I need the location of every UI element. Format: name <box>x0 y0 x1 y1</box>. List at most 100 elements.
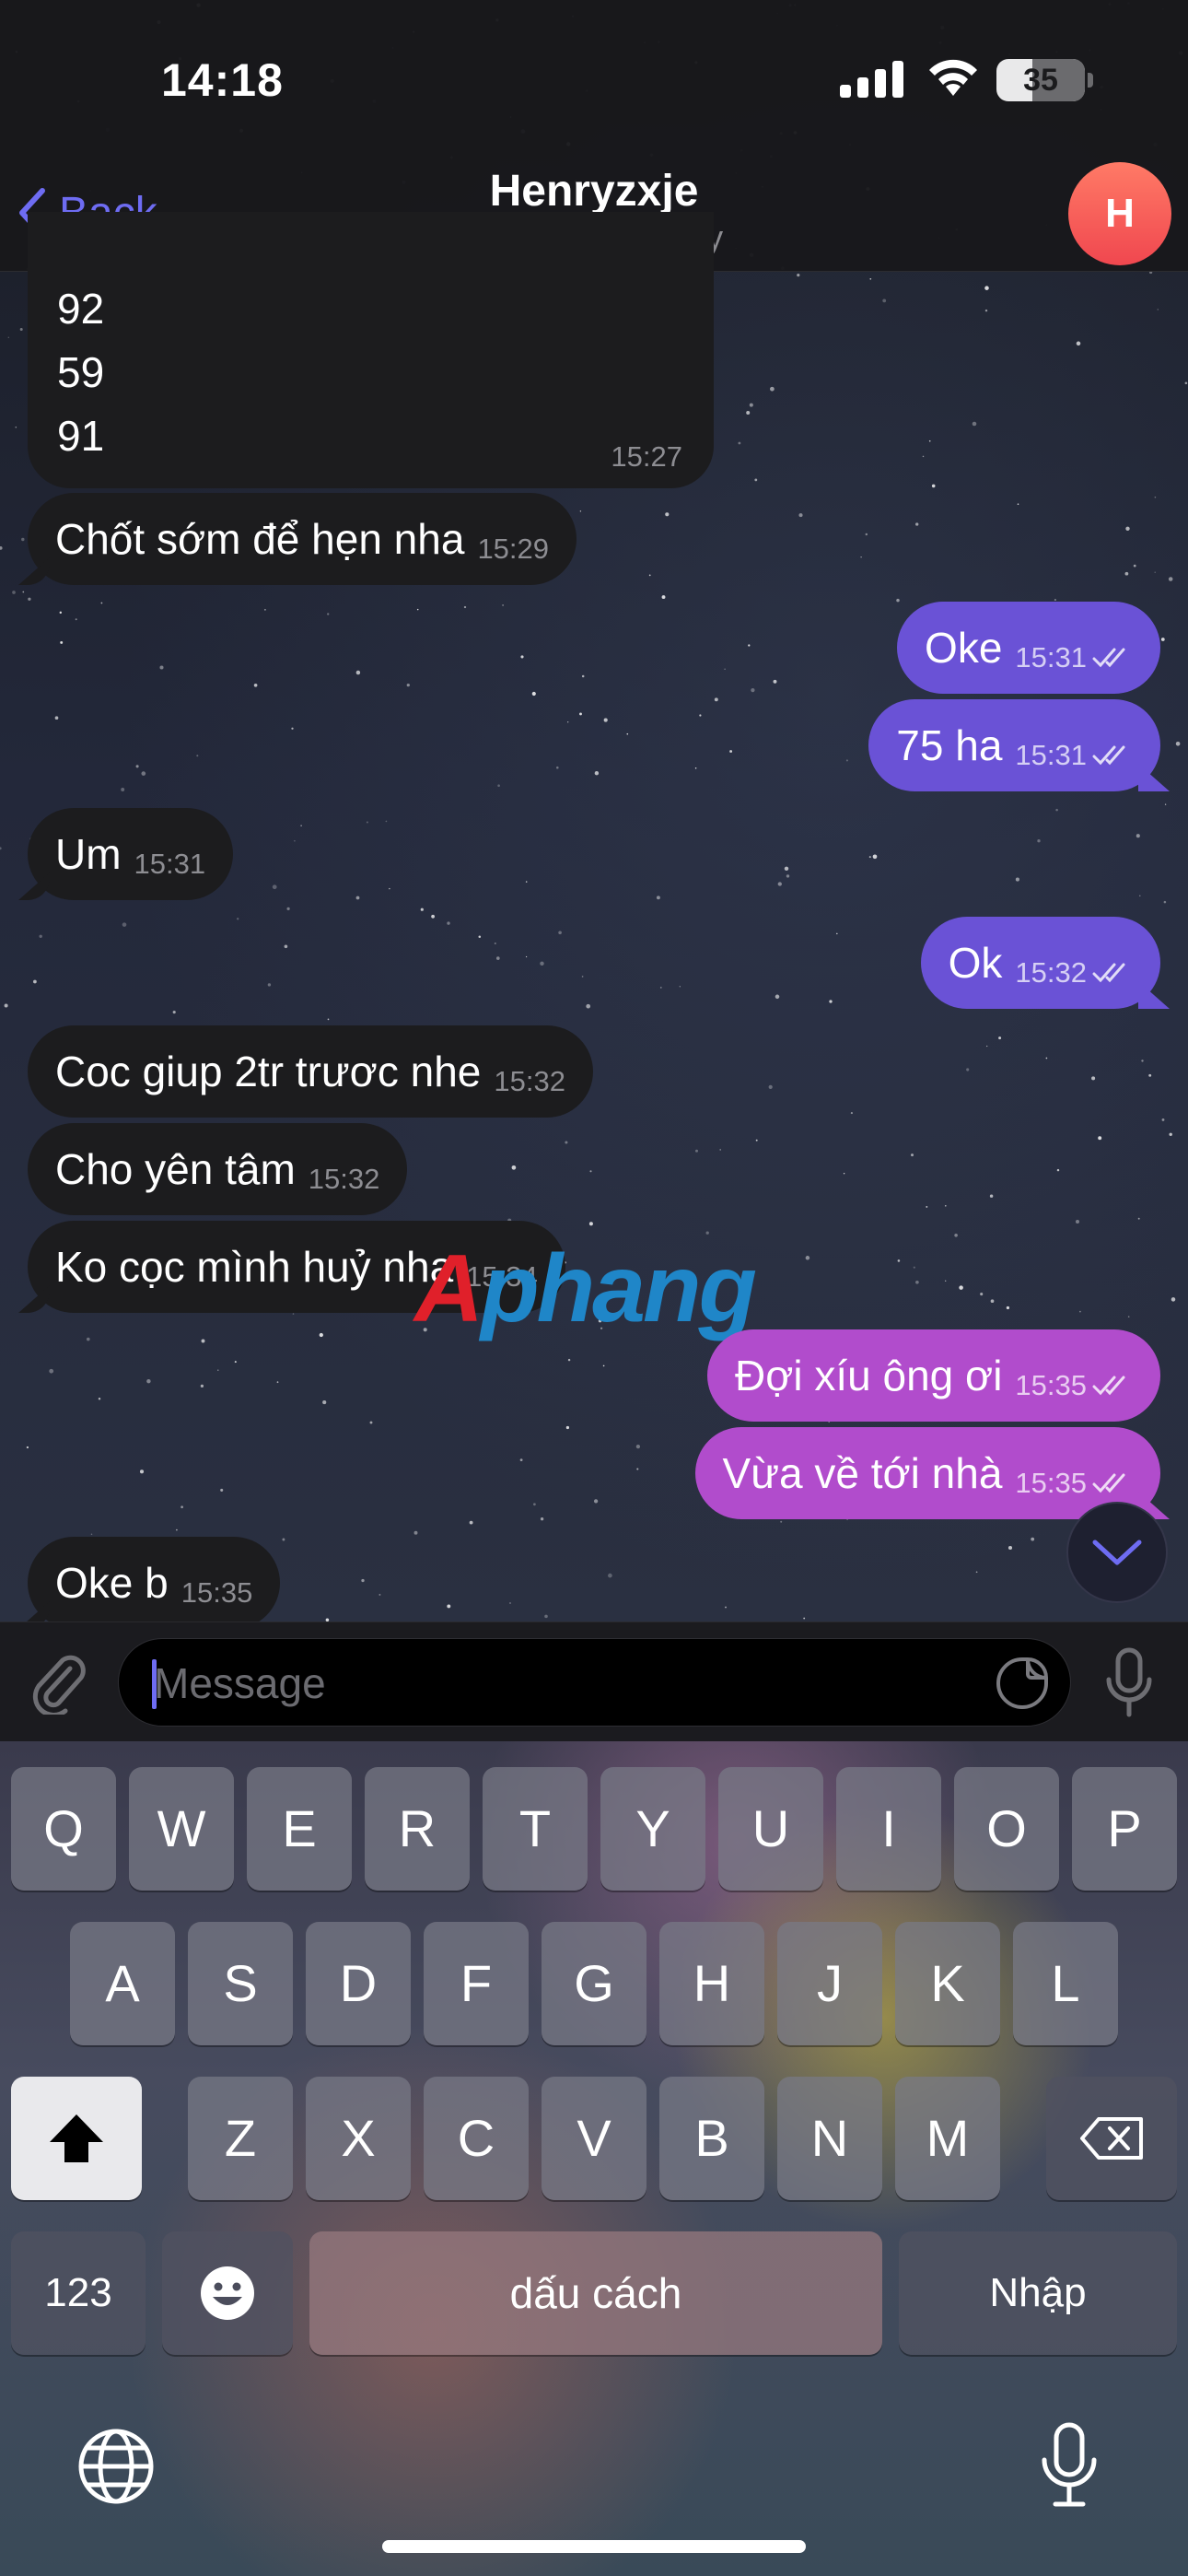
paperclip-icon[interactable] <box>26 1650 90 1715</box>
key-w[interactable]: W <box>129 1767 234 1891</box>
key-e[interactable]: E <box>247 1767 352 1891</box>
star <box>59 611 63 615</box>
key-r[interactable]: R <box>365 1767 470 1891</box>
star <box>594 771 600 776</box>
message-bubble-incoming[interactable]: 92 59 91 15:27 <box>28 212 714 488</box>
key-i[interactable]: I <box>836 1767 941 1891</box>
key-z[interactable]: Z <box>188 2077 293 2200</box>
return-key[interactable]: Nhập <box>899 2231 1177 2355</box>
message-bubble-incoming[interactable]: Um 15:31 <box>28 808 234 900</box>
message-bubble-incoming[interactable]: Cho yên tâm 15:32 <box>28 1123 408 1215</box>
emoji-key[interactable] <box>162 2231 293 2355</box>
star <box>1171 1297 1176 1302</box>
key-j[interactable]: J <box>777 1922 882 2045</box>
message-input[interactable]: Message <box>118 1638 1071 1727</box>
star <box>1154 496 1157 498</box>
shift-arrow-icon <box>50 2114 103 2162</box>
dictation-microphone-icon[interactable] <box>1039 2421 1100 2510</box>
key-k[interactable]: K <box>895 1922 1000 2045</box>
star <box>0 847 2 850</box>
key-t[interactable]: T <box>483 1767 588 1891</box>
globe-icon[interactable] <box>77 2428 155 2505</box>
message-line: 59 <box>57 348 105 396</box>
key-y[interactable]: Y <box>600 1767 705 1891</box>
message-time: 15:31 <box>1015 641 1087 673</box>
scroll-to-bottom-button[interactable] <box>1066 1502 1168 1603</box>
star <box>282 1538 285 1541</box>
double-check-read-icon <box>1092 1473 1125 1493</box>
star <box>217 1369 219 1371</box>
key-b[interactable]: B <box>659 2077 764 2200</box>
delete-key[interactable] <box>1046 2077 1177 2200</box>
star <box>836 932 838 935</box>
sticker-icon[interactable] <box>995 1656 1050 1711</box>
star <box>355 896 360 900</box>
star <box>748 644 751 647</box>
star <box>797 273 800 277</box>
message-text: Chốt sớm để hẹn nha <box>55 515 465 563</box>
star <box>100 602 103 604</box>
key-l[interactable]: L <box>1013 1922 1118 2045</box>
message-bubble-incoming[interactable]: Oke b 15:35 <box>28 1537 281 1629</box>
key-q[interactable]: Q <box>11 1767 116 1891</box>
star <box>272 884 277 890</box>
star <box>980 1293 984 1296</box>
message-bubble-outgoing[interactable]: Đợi xíu ông ơi 15:35 <box>706 1329 1160 1422</box>
key-x[interactable]: X <box>306 2077 411 2200</box>
message-bubble-incoming[interactable]: Chốt sớm để hẹn nha 15:29 <box>28 493 577 585</box>
star <box>172 1011 176 1014</box>
message-bubble-outgoing[interactable]: Vừa về tới nhà 15:35 <box>694 1427 1160 1519</box>
star <box>1133 564 1136 568</box>
star <box>719 1149 721 1151</box>
home-indicator[interactable] <box>382 2540 806 2553</box>
star <box>379 1593 381 1596</box>
key-f[interactable]: F <box>424 1922 529 2045</box>
key-u[interactable]: U <box>718 1767 823 1891</box>
key-o[interactable]: O <box>954 1767 1059 1891</box>
star <box>431 914 435 919</box>
star <box>872 854 878 860</box>
key-d[interactable]: D <box>306 1922 411 2045</box>
star <box>665 512 670 517</box>
key-g[interactable]: G <box>542 1922 646 2045</box>
star <box>829 1000 833 1003</box>
message-time: 15:27 <box>611 440 682 473</box>
microphone-icon[interactable] <box>1101 1646 1157 1720</box>
star <box>897 1259 901 1262</box>
star <box>602 1364 605 1367</box>
star <box>975 1571 978 1574</box>
message-time: 15:31 <box>134 848 206 880</box>
key-h[interactable]: H <box>659 1922 764 2045</box>
key-s[interactable]: S <box>188 1922 293 2045</box>
key-m[interactable]: M <box>895 2077 1000 2200</box>
star <box>1175 741 1181 746</box>
space-key[interactable]: dấu cách <box>309 2231 882 2355</box>
message-bubble-outgoing[interactable]: 75 ha 15:31 <box>868 699 1160 791</box>
key-c[interactable]: C <box>424 2077 529 2200</box>
key-n[interactable]: N <box>777 2077 882 2200</box>
numbers-key[interactable]: 123 <box>11 2231 146 2355</box>
avatar[interactable]: H <box>1068 162 1171 265</box>
star <box>1154 571 1156 573</box>
battery-level: 35 <box>1023 63 1058 98</box>
key-v[interactable]: V <box>542 2077 646 2200</box>
message-bubble-outgoing[interactable]: Oke 15:31 <box>897 602 1160 694</box>
star <box>509 1602 511 1604</box>
star <box>502 604 504 606</box>
star <box>26 1446 29 1449</box>
shift-key[interactable] <box>11 2077 142 2200</box>
star <box>406 683 410 687</box>
message-bubble-incoming[interactable]: Coc giup 2tr trươc nhe 15:32 <box>28 1025 593 1118</box>
key-a[interactable]: A <box>70 1922 175 2045</box>
star <box>355 670 361 675</box>
message-bubble-outgoing[interactable]: Ok 15:32 <box>920 917 1160 1009</box>
star <box>447 921 450 925</box>
message-text: Đợi xíu ông ơi <box>734 1352 1003 1399</box>
star <box>603 718 608 722</box>
star <box>139 1469 145 1474</box>
message-placeholder: Message <box>154 1659 326 1707</box>
star <box>1125 526 1130 531</box>
star <box>589 1170 592 1173</box>
star <box>525 881 528 883</box>
key-p[interactable]: P <box>1072 1767 1177 1891</box>
